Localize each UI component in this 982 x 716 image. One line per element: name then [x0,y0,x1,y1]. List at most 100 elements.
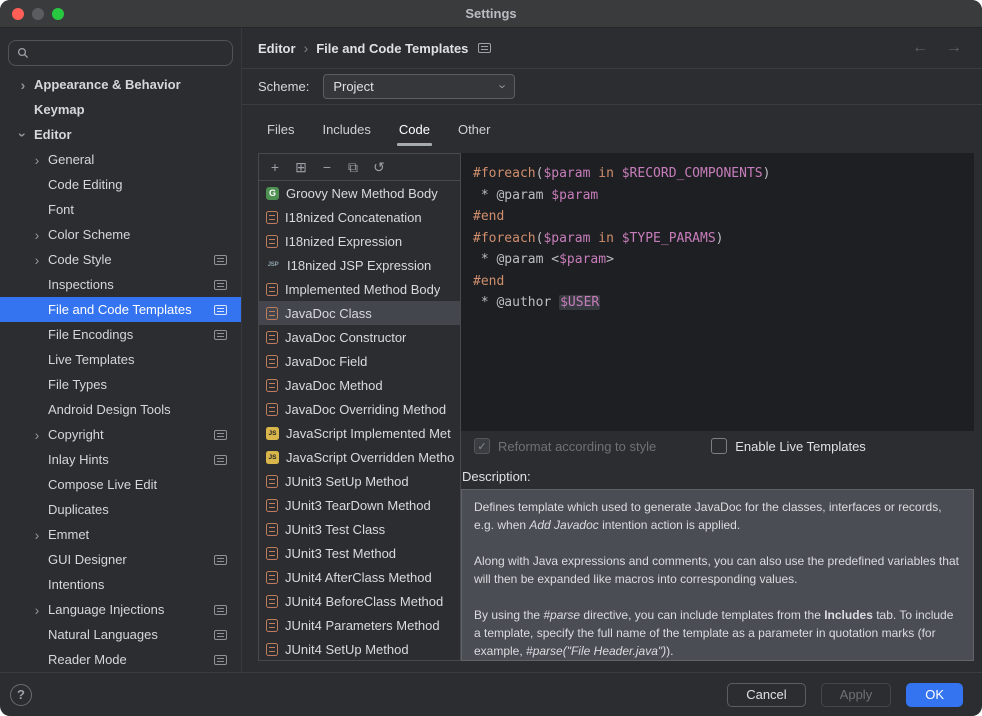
minimize-button[interactable] [32,8,44,20]
sidebar-item-font[interactable]: Font [0,197,241,222]
back-button[interactable]: ← [912,39,928,57]
template-item-i18nized-concatenation[interactable]: I18nized Concatenation [259,205,460,229]
sidebar-item-android-design-tools[interactable]: Android Design Tools [0,397,241,422]
sidebar-item-inspections[interactable]: Inspections [0,272,241,297]
chevron-right-icon[interactable]: › [30,253,44,267]
template-name: JavaDoc Constructor [285,330,406,345]
sidebar-item-emmet[interactable]: ›Emmet [0,522,241,547]
template-item-junit4-parameters-method[interactable]: JUnit4 Parameters Method [259,613,460,637]
sidebar-item-general[interactable]: › General [0,147,241,172]
sidebar-item-code-style[interactable]: › Code Style [0,247,241,272]
template-item-implemented-method-body[interactable]: Implemented Method Body [259,277,460,301]
help-button[interactable]: ? [10,684,32,706]
sidebar-item-keymap[interactable]: Keymap [0,97,241,122]
sidebar-item-appearance-behavior[interactable]: ›Appearance & Behavior [0,72,241,97]
footer-buttons: Cancel Apply OK [727,683,963,707]
chevron-right-icon[interactable]: › [30,528,44,542]
chevron-right-icon[interactable]: › [30,428,44,442]
template-item-javadoc-overriding-method[interactable]: JavaDoc Overriding Method [259,397,460,421]
breadcrumb-separator-icon: › [304,40,309,56]
sidebar-item-natural-languages[interactable]: Natural Languages [0,622,241,647]
template-options: ✓ Reformat according to style Enable Liv… [461,431,974,461]
add-template-icon[interactable]: + [267,159,283,175]
template-item-i18nized-expression[interactable]: I18nized Expression [259,229,460,253]
sidebar-item-color-scheme[interactable]: ›Color Scheme [0,222,241,247]
template-item-junit3-test-class[interactable]: JUnit3 Test Class [259,517,460,541]
forward-button[interactable]: → [946,39,962,57]
template-item-javadoc-class[interactable]: JavaDoc Class [259,301,460,325]
tab-other[interactable]: Other [456,105,493,153]
chevron-right-icon[interactable]: › [30,153,44,167]
remove-template-icon[interactable]: − [319,159,335,175]
sidebar-item-label: General [48,152,94,167]
template-item-javadoc-field[interactable]: JavaDoc Field [259,349,460,373]
sidebar-item-copyright[interactable]: ›Copyright [0,422,241,447]
sidebar-item-duplicates[interactable]: Duplicates [0,497,241,522]
sidebar-item-compose-live-edit[interactable]: Compose Live Edit [0,472,241,497]
template-name: JavaScript Implemented Met [286,426,451,441]
template-code-editor[interactable]: #foreach($param in $RECORD_COMPONENTS) *… [461,153,974,431]
template-item-junit3-setup-method[interactable]: JUnit3 SetUp Method [259,469,460,493]
template-item-junit3-teardown-method[interactable]: JUnit3 TearDown Method [259,493,460,517]
tab-includes[interactable]: Includes [320,105,372,153]
template-icon [266,211,278,224]
template-item-javascript-overridden-metho[interactable]: JSJavaScript Overridden Metho [259,445,460,469]
description-panel: Defines template which used to generate … [461,489,974,661]
apply-button[interactable]: Apply [821,683,892,707]
per-project-settings-icon [214,305,227,315]
code-line: #foreach($param in $TYPE_PARAMS) [473,228,962,250]
chevron-down-icon: › [497,84,510,88]
sidebar-item-label: Code Style [48,252,112,267]
sidebar-item-code-editing[interactable]: Code Editing [0,172,241,197]
sidebar-item-file-types[interactable]: File Types [0,372,241,397]
template-item-javascript-implemented-met[interactable]: JSJavaScript Implemented Met [259,421,460,445]
chevron-right-icon[interactable]: › [30,228,44,242]
ok-button[interactable]: OK [906,683,963,707]
template-item-junit3-test-method[interactable]: JUnit3 Test Method [259,541,460,565]
chevron-down-icon[interactable]: › [16,128,30,142]
js-icon: JS [266,451,279,464]
create-child-template-icon[interactable]: ⊞ [293,159,309,176]
sidebar-item-label: Natural Languages [48,627,158,642]
close-button[interactable] [12,8,24,20]
template-icon [266,643,278,656]
tab-code[interactable]: Code [397,105,432,153]
template-item-i18nized-jsp-expression[interactable]: JSPI18nized JSP Expression [259,253,460,277]
sidebar-item-intentions[interactable]: Intentions [0,572,241,597]
breadcrumb-editor[interactable]: Editor [258,41,296,56]
template-item-junit4-beforeclass-method[interactable]: JUnit4 BeforeClass Method [259,589,460,613]
sidebar-item-reader-mode[interactable]: Reader Mode [0,647,241,672]
zoom-button[interactable] [52,8,64,20]
settings-body: ›Appearance & BehaviorKeymap›Editor›Gene… [0,28,982,672]
template-name: I18nized Concatenation [285,210,422,225]
template-icon [266,595,278,608]
sidebar-item-inlay-hints[interactable]: Inlay Hints [0,447,241,472]
sidebar-item-gui-designer[interactable]: GUI Designer [0,547,241,572]
sidebar-item-live-templates[interactable]: Live Templates [0,347,241,372]
template-item-groovy-new-method-body[interactable]: GGroovy New Method Body [259,181,460,205]
sidebar-item-language-injections[interactable]: ›Language Injections [0,597,241,622]
chevron-right-icon[interactable]: › [30,603,44,617]
cancel-button[interactable]: Cancel [727,683,805,707]
template-name: JUnit3 SetUp Method [285,474,409,489]
sidebar-item-file-and-code-templates[interactable]: File and Code Templates [0,297,241,322]
reset-to-default-icon[interactable]: ↺ [371,159,387,176]
sidebar-item-file-encodings[interactable]: File Encodings [0,322,241,347]
tab-label: Code [399,122,430,137]
template-item-junit4-setup-method[interactable]: JUnit4 SetUp Method [259,637,460,660]
template-icon [266,283,278,296]
tab-files[interactable]: Files [265,105,296,153]
reformat-checkbox[interactable]: ✓ Reformat according to style [474,438,656,454]
template-icon [266,355,278,368]
template-item-javadoc-method[interactable]: JavaDoc Method [259,373,460,397]
chevron-right-icon[interactable]: › [16,78,30,92]
copy-template-icon[interactable]: ⧉ [345,159,361,176]
sidebar-item-editor[interactable]: ›Editor [0,122,241,147]
enable-live-templates-checkbox[interactable]: Enable Live Templates [711,438,866,454]
settings-search-field[interactable] [8,40,233,66]
template-item-junit4-afterclass-method[interactable]: JUnit4 AfterClass Method [259,565,460,589]
template-item-javadoc-constructor[interactable]: JavaDoc Constructor [259,325,460,349]
scheme-select[interactable]: Project › [323,74,515,99]
template-toolbar: + ⊞−⧉ ↺ [259,154,460,181]
search-input[interactable] [35,46,224,61]
